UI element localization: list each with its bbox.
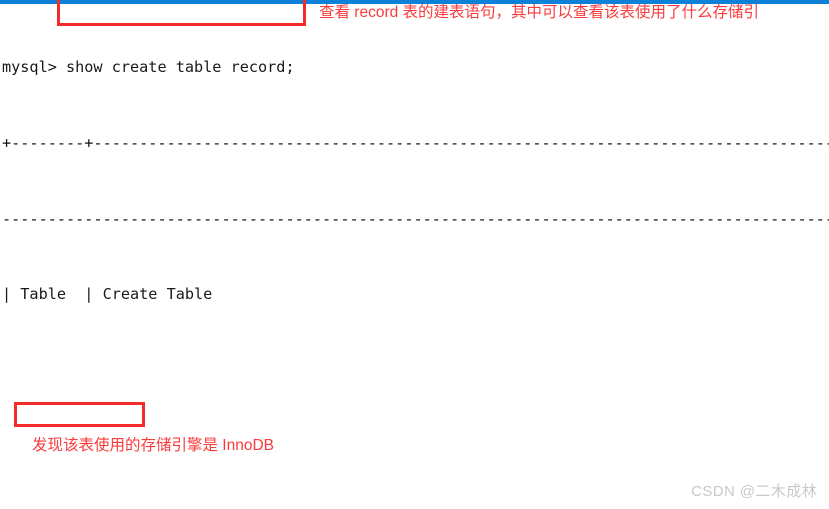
annotation-text-top: 查看 record 表的建表语句，其中可以查看该表使用了什么存储引 [319, 4, 760, 21]
terminal-output[interactable]: mysql> show create table record; +------… [2, 5, 829, 509]
terminal-line-column-headers: | Table | Create Table [2, 285, 213, 304]
terminal-screenshot: mysql> show create table record; +------… [0, 0, 829, 509]
terminal-line-prompt-command: mysql> show create table record; [2, 58, 295, 77]
terminal-line-rule: ----------------------------------------… [2, 209, 829, 228]
terminal-line-rule: +--------+------------------------------… [2, 134, 829, 152]
annotation-text-bottom: 发现该表使用的存储引擎是 InnoDB [32, 437, 275, 454]
csdn-watermark: CSDN @二木成林 [691, 483, 817, 500]
